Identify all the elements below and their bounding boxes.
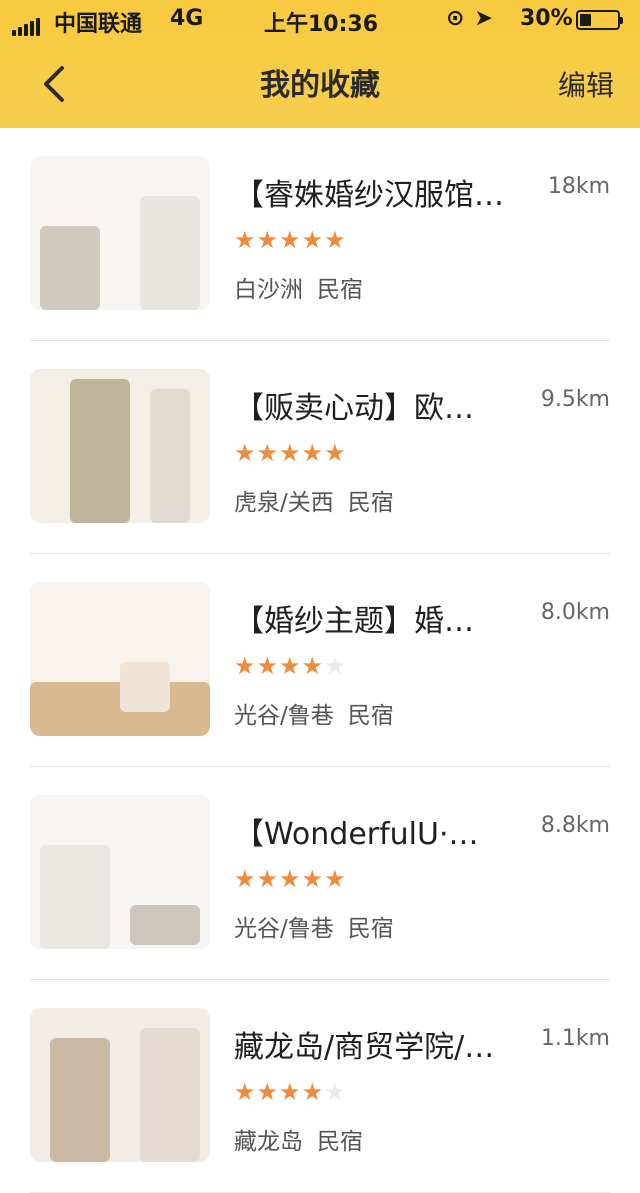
- thumbnail-shape: [150, 389, 190, 523]
- thumbnail-shape: [120, 662, 170, 712]
- favorite-item[interactable]: 【睿姝婚纱汉服馆… 18km ★★★★★ 白沙洲 民宿: [30, 128, 610, 341]
- rating-stars: ★★★★★: [234, 441, 347, 465]
- listing-meta: 白沙洲 民宿: [234, 270, 363, 304]
- listing-distance: 8.0km: [540, 600, 610, 625]
- listing-title: 【睿姝婚纱汉服馆…: [234, 178, 504, 213]
- listing-title: 【婚纱主题】婚…: [234, 604, 474, 639]
- rating-stars: ★★★★★: [234, 228, 347, 252]
- status-bar: 中国联通 4G 上午10:36 ⊙ ➤ 30%: [0, 0, 640, 40]
- star-icon: ★: [234, 226, 257, 254]
- star-icon: ★: [234, 1078, 257, 1106]
- star-icon: ★: [324, 226, 347, 254]
- listing-distance: 18km: [547, 174, 610, 199]
- listing-thumbnail: [30, 795, 210, 949]
- thumbnail-shape: [140, 1028, 200, 1162]
- star-icon: ★: [301, 226, 325, 254]
- chevron-left-icon: [44, 66, 64, 102]
- favorite-item[interactable]: 【WonderfulU·… 8.8km ★★★★★ 光谷/鲁巷 民宿: [30, 767, 610, 980]
- thumbnail-shape: [130, 905, 200, 945]
- star-icon: ★: [301, 865, 325, 893]
- back-button[interactable]: [36, 62, 76, 106]
- thumbnail-shape: [40, 845, 110, 949]
- star-icon: ★: [279, 652, 302, 680]
- favorites-list: 【睿姝婚纱汉服馆… 18km ★★★★★ 白沙洲 民宿 【贩卖心动】欧… 9.5km ★★★★…: [0, 128, 640, 1193]
- listing-type: 民宿: [317, 277, 363, 303]
- battery-fill: [580, 14, 591, 26]
- star-icon: ★: [324, 439, 347, 467]
- star-icon: ★: [256, 1078, 280, 1106]
- favorite-item[interactable]: 【贩卖心动】欧… 9.5km ★★★★★ 虎泉/关西 民宿: [30, 341, 610, 554]
- star-icon: ★: [234, 439, 257, 467]
- battery-icon: [576, 10, 623, 30]
- rating-stars: ★★★★★: [234, 654, 347, 678]
- listing-thumbnail: [30, 582, 210, 736]
- listing-area: 白沙洲: [234, 277, 303, 303]
- signal-icon: [12, 11, 42, 36]
- rotation-lock-icon: ⊙: [446, 6, 465, 31]
- listing-area: 光谷/鲁巷: [234, 703, 334, 729]
- page-title: 我的收藏: [260, 68, 380, 103]
- star-icon: ★: [324, 1078, 347, 1106]
- listing-area: 藏龙岛: [234, 1129, 303, 1155]
- listing-type: 民宿: [347, 703, 394, 729]
- star-icon: ★: [256, 652, 280, 680]
- thumbnail-shape: [50, 1038, 110, 1162]
- favorite-item[interactable]: 藏龙岛/商贸学院/… 1.1km ★★★★★ 藏龙岛 民宿: [30, 980, 610, 1193]
- listing-meta: 光谷/鲁巷 民宿: [234, 696, 394, 730]
- listing-type: 民宿: [317, 1129, 363, 1155]
- location-icon: ➤: [474, 6, 493, 31]
- battery-percent: 30%: [520, 6, 573, 31]
- listing-meta: 虎泉/关西 民宿: [234, 483, 394, 517]
- star-icon: ★: [279, 226, 302, 254]
- status-icons: ⊙ ➤: [446, 6, 503, 31]
- listing-area: 虎泉/关西: [234, 490, 334, 516]
- edit-button[interactable]: 编辑: [558, 64, 614, 104]
- thumbnail-shape: [40, 226, 100, 310]
- listing-distance: 9.5km: [540, 387, 610, 412]
- listing-thumbnail: [30, 1008, 210, 1162]
- carrier-name: 中国联通: [54, 12, 143, 37]
- listing-title: 【贩卖心动】欧…: [234, 391, 474, 426]
- listing-area: 光谷/鲁巷: [234, 916, 334, 942]
- listing-thumbnail: [30, 156, 210, 310]
- listing-title: 【WonderfulU·…: [234, 817, 479, 852]
- listing-distance: 8.8km: [540, 813, 610, 838]
- listing-type: 民宿: [347, 916, 394, 942]
- status-time: 上午10:36: [264, 12, 379, 37]
- star-icon: ★: [301, 439, 325, 467]
- network-type: 4G: [170, 6, 204, 31]
- star-icon: ★: [234, 652, 257, 680]
- star-icon: ★: [301, 652, 325, 680]
- star-icon: ★: [279, 1078, 302, 1106]
- listing-type: 民宿: [347, 490, 394, 516]
- listing-thumbnail: [30, 369, 210, 523]
- thumbnail-shape: [140, 196, 200, 310]
- star-icon: ★: [301, 1078, 325, 1106]
- star-icon: ★: [256, 226, 280, 254]
- listing-meta: 光谷/鲁巷 民宿: [234, 909, 394, 943]
- star-icon: ★: [234, 865, 257, 893]
- star-icon: ★: [256, 439, 280, 467]
- star-icon: ★: [324, 652, 347, 680]
- favorite-item[interactable]: 【婚纱主题】婚… 8.0km ★★★★★ 光谷/鲁巷 民宿: [30, 554, 610, 767]
- listing-title: 藏龙岛/商贸学院/…: [234, 1030, 495, 1065]
- listing-distance: 1.1km: [540, 1026, 610, 1051]
- star-icon: ★: [279, 439, 302, 467]
- star-icon: ★: [324, 865, 347, 893]
- star-icon: ★: [256, 865, 280, 893]
- header-bar: 中国联通 4G 上午10:36 ⊙ ➤ 30% 我的收藏 编辑: [0, 0, 640, 128]
- rating-stars: ★★★★★: [234, 867, 347, 891]
- rating-stars: ★★★★★: [234, 1080, 347, 1104]
- star-icon: ★: [279, 865, 302, 893]
- listing-meta: 藏龙岛 民宿: [234, 1122, 363, 1156]
- thumbnail-shape: [70, 379, 130, 523]
